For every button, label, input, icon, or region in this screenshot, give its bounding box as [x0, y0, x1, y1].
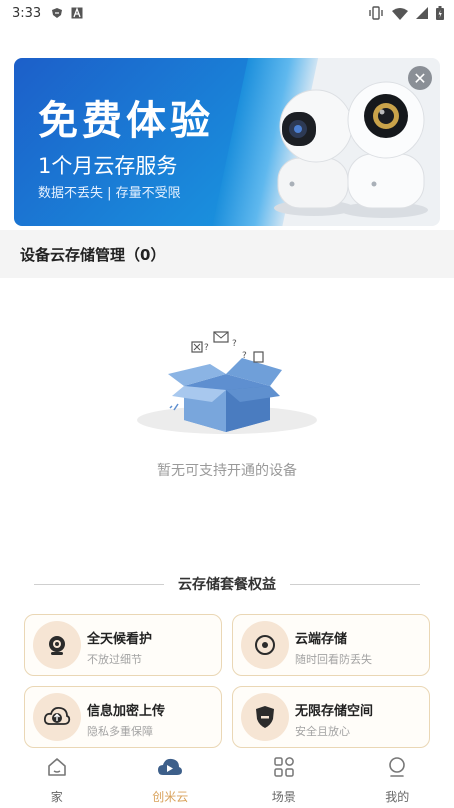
- benefit-desc: 隐私多重保障: [87, 725, 153, 738]
- a-badge-icon: [71, 7, 83, 19]
- svg-text:?: ?: [204, 343, 209, 353]
- camera-product-image: [274, 81, 428, 218]
- status-time: 3:33: [12, 5, 42, 21]
- tab-profile[interactable]: 我的: [341, 748, 454, 808]
- vibrate-icon: [368, 6, 384, 24]
- wifi-icon: [392, 7, 408, 24]
- shield-icon: [51, 7, 63, 19]
- benefit-desc: 安全且放心: [295, 725, 350, 738]
- benefit-title: 无限存储空间: [295, 704, 374, 719]
- device-storage-header: 设备云存储管理（0）: [0, 230, 454, 278]
- benefit-card-all-day[interactable]: 全天候看护 不放过细节: [24, 614, 222, 676]
- empty-box-illustration: ? ? ?: [137, 331, 317, 434]
- cloud-storage-icon: [241, 621, 289, 669]
- status-bar: 3:33: [0, 0, 454, 26]
- bottom-tab-bar: 家 创米云 场景 我的: [0, 748, 454, 808]
- divider-line-left: [34, 583, 164, 585]
- benefit-card-unlimited-space[interactable]: 无限存储空间 安全且放心: [232, 686, 430, 748]
- benefit-desc: 随时回看防丢失: [295, 653, 372, 666]
- tab-label: 场景: [271, 790, 296, 804]
- benefit-card-encrypted-upload[interactable]: 信息加密上传 隐私多重保障: [24, 686, 222, 748]
- benefits-divider: 云存储套餐权益: [34, 573, 420, 595]
- tab-chuangmi-cloud[interactable]: 创米云: [114, 748, 228, 808]
- svg-text:?: ?: [232, 339, 237, 349]
- scene-grid-icon: [273, 756, 295, 782]
- banner-title: 免费体验: [38, 98, 214, 144]
- benefit-title: 云端存储: [295, 632, 348, 647]
- cloud-icon: [157, 756, 183, 782]
- tab-label: 我的: [385, 790, 410, 804]
- banner-subtitle: 1个月云存服务: [38, 154, 178, 178]
- tab-label: 家: [50, 790, 63, 804]
- promo-banner[interactable]: 免费体验 1个月云存服务 数据不丢失 | 存量不受限 ✕: [14, 58, 440, 226]
- benefit-desc: 不放过细节: [87, 653, 142, 666]
- benefits-title: 云存储套餐权益: [178, 577, 276, 593]
- tab-home[interactable]: 家: [0, 748, 114, 808]
- svg-text:?: ?: [242, 351, 247, 361]
- benefit-card-cloud-storage[interactable]: 云端存储 随时回看防丢失: [232, 614, 430, 676]
- banner-note: 数据不丢失 | 存量不受限: [38, 186, 181, 201]
- close-banner-button[interactable]: ✕: [408, 66, 432, 90]
- benefit-title: 信息加密上传: [87, 704, 166, 719]
- battery-icon: [436, 6, 444, 24]
- shield-icon: [241, 693, 289, 741]
- tab-label: 创米云: [152, 790, 189, 804]
- divider-line-right: [290, 583, 420, 585]
- signal-icon: [416, 7, 428, 23]
- profile-icon: [386, 756, 408, 782]
- upload-icon: [33, 693, 81, 741]
- empty-state-text: 暂无可支持开通的设备: [157, 463, 297, 479]
- tab-scenes[interactable]: 场景: [227, 748, 341, 808]
- device-storage-title: 设备云存储管理（0）: [20, 245, 166, 264]
- home-icon: [46, 756, 68, 782]
- benefit-title: 全天候看护: [87, 632, 153, 647]
- camera-icon: [33, 621, 81, 669]
